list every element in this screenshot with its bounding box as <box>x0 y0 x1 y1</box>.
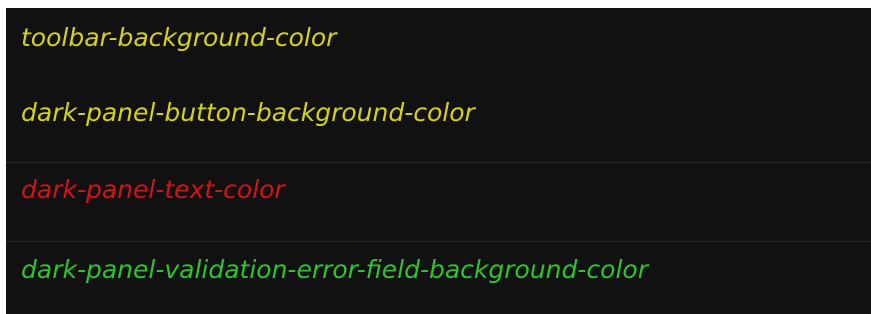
color-token-list-panel: toolbar-background-color dark-panel-butt… <box>6 8 871 314</box>
list-item-dark-panel-validation-error-field-background-color: dark-panel-validation-error-field-backgr… <box>21 255 648 284</box>
list-item-toolbar-background-color: toolbar-background-color <box>21 23 337 52</box>
row-divider <box>6 241 871 242</box>
list-item-dark-panel-text-color: dark-panel-text-color <box>21 175 285 204</box>
row-divider <box>6 162 871 163</box>
list-item-dark-panel-button-background-color: dark-panel-button-background-color <box>21 98 475 127</box>
